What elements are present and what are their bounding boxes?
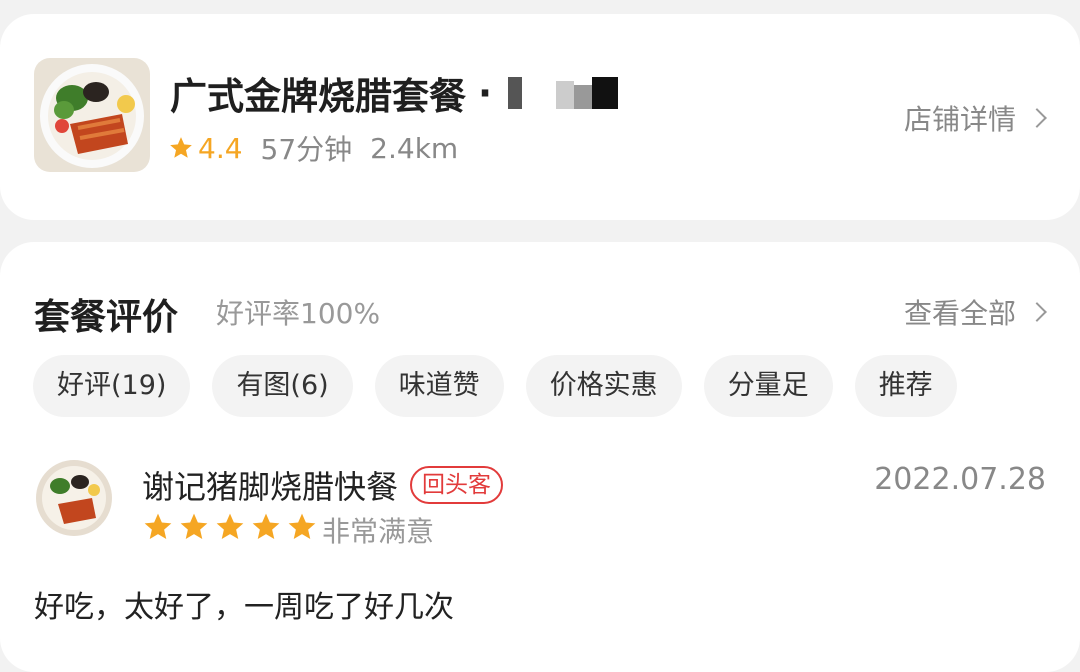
delivery-time: 57分钟 [260,133,353,166]
star-icon [170,137,192,158]
see-all-label: 查看全部 [903,297,1016,330]
tag-portion[interactable]: 分量足 [703,355,833,417]
tag-positive[interactable]: 好评(19) [33,355,191,417]
shop-name[interactable]: 广式金牌烧腊套餐 · [170,66,619,120]
shop-detail-link[interactable]: 店铺详情 [903,98,1047,138]
chevron-right-icon [1027,302,1047,322]
tag-taste[interactable]: 味道赞 [374,355,504,417]
review-stars [142,511,318,543]
tag-with-photos[interactable]: 有图(6) [212,355,353,417]
review-tags: 好评(19) 有图(6) 味道赞 价格实惠 分量足 推荐 [33,355,957,417]
reviewer-name[interactable]: 谢记猪脚烧腊快餐 [142,462,398,508]
distance: 2.4km [370,131,459,165]
tag-recommend[interactable]: 推荐 [854,355,957,417]
avatar-food-image [36,460,112,536]
food-dish-image [34,58,150,172]
star-icon [180,513,208,539]
star-icon [216,513,244,539]
chevron-right-icon [1027,108,1047,128]
redacted-block [508,77,619,109]
shop-detail-label: 店铺详情 [903,103,1016,136]
satisfaction-label: 非常满意 [322,515,435,548]
section-title: 套餐评价 [34,297,179,338]
review-text: 好吃，太好了，一周吃了好几次 [34,590,454,625]
star-icon [252,513,280,539]
see-all-link[interactable]: 查看全部 [903,292,1047,332]
avatar[interactable] [36,460,112,536]
title-separator: · [478,71,493,115]
positive-rate: 好评率100% [216,297,381,330]
star-icon [288,513,316,539]
tag-price[interactable]: 价格实惠 [525,355,682,417]
review-date: 2022.07.28 [874,462,1046,497]
repeat-customer-badge: 回头客 [410,466,504,504]
shop-rating: 4.4 [198,131,243,165]
shop-name-text: 广式金牌烧腊套餐 [170,75,466,118]
reviewer-name-row: 谢记猪脚烧腊快餐 回头客 [142,462,504,508]
shop-meta: 4.4 57分钟 2.4km [168,128,458,168]
shop-thumbnail[interactable] [34,58,150,172]
star-icon [144,513,172,539]
